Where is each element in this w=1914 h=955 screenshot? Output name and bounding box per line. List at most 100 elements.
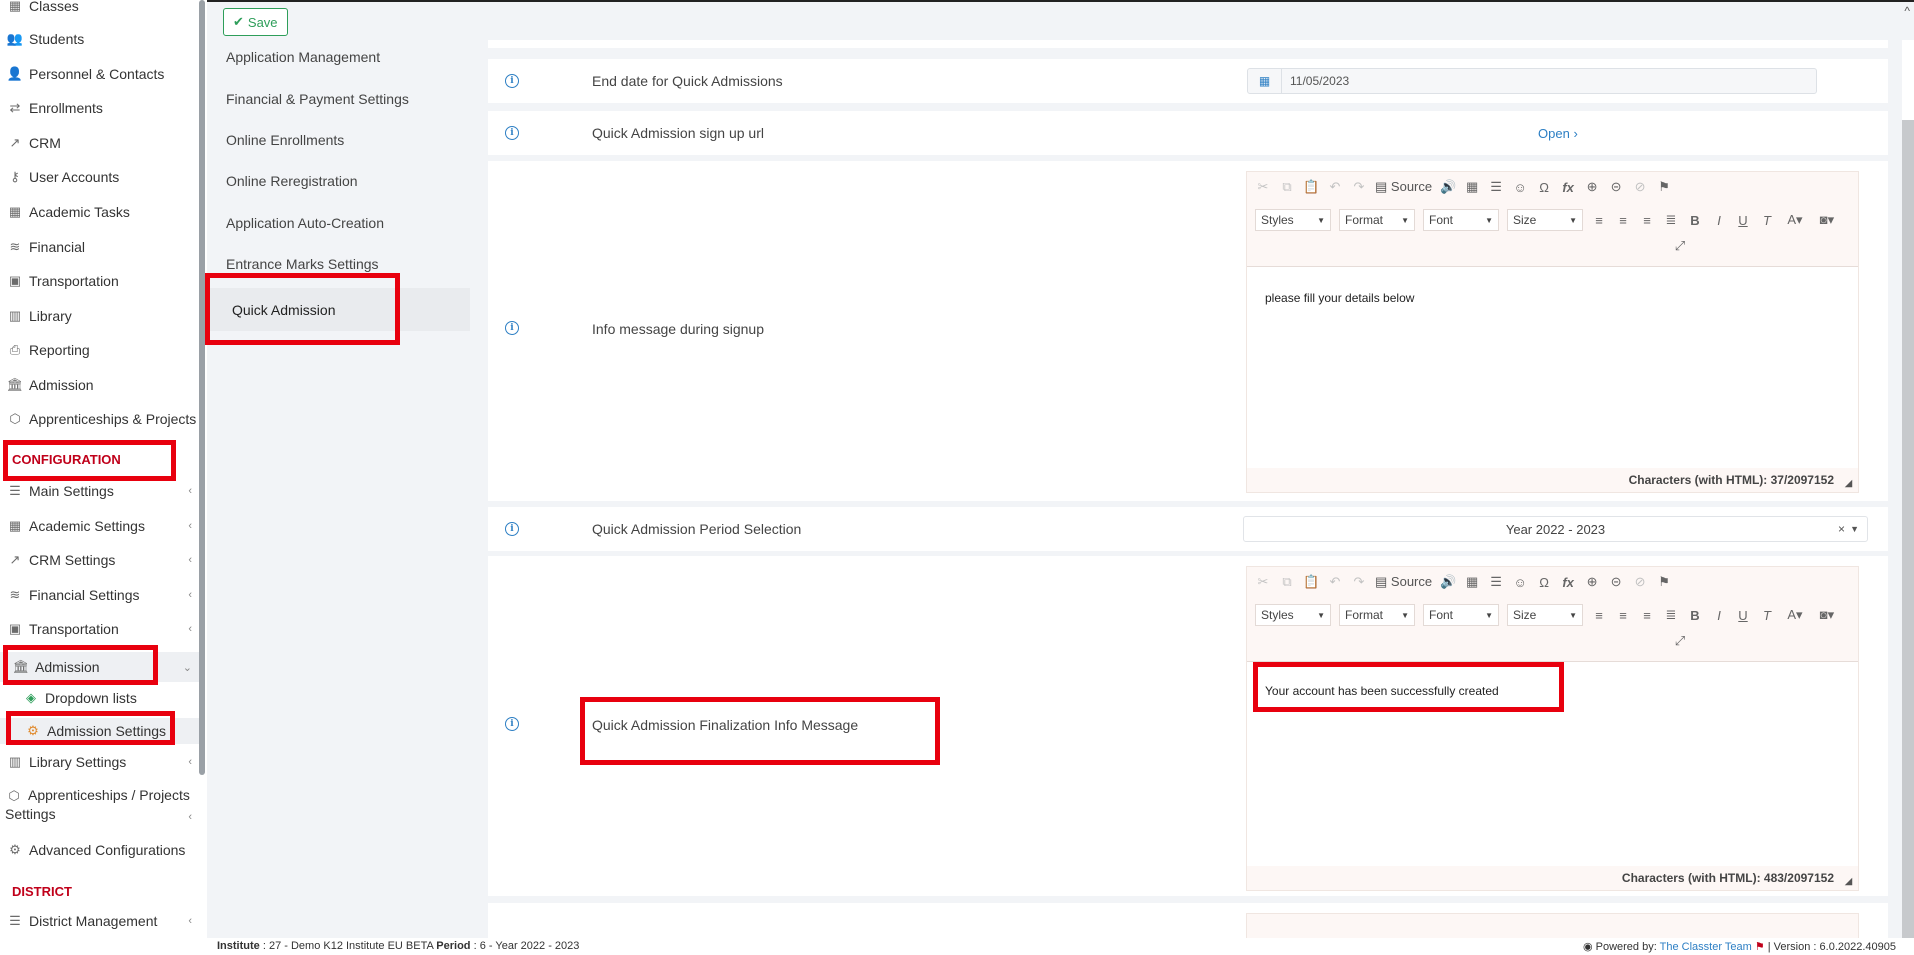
sidebar-item-dropdown-lists[interactable]: ◈ Dropdown lists <box>0 686 200 710</box>
maximize-icon[interactable]: ⤢ <box>1672 238 1688 254</box>
link-icon[interactable]: ⊝ <box>1608 574 1624 590</box>
justify-icon[interactable]: ≣ <box>1663 607 1679 623</box>
chevron-up-icon[interactable]: ^ <box>1904 4 1910 18</box>
size-combo[interactable]: Size ▼ <box>1507 604 1583 626</box>
sidebar-item-crm-settings[interactable]: ↗ CRM Settings ‹ <box>0 548 200 572</box>
sidebar-item-transportation[interactable]: ▣ Transportation <box>0 269 200 293</box>
info-icon[interactable]: i <box>505 321 519 335</box>
formula-icon[interactable]: fx <box>1560 180 1576 195</box>
period-select[interactable]: Year 2022 - 2023 × ▼ <box>1243 516 1868 542</box>
styles-combo[interactable]: Styles ▼ <box>1255 209 1331 231</box>
source-button[interactable]: ▤ Source <box>1375 574 1432 590</box>
sidebar-item-admission[interactable]: 🏛 Admission <box>0 373 200 397</box>
end-date-field[interactable]: ▦ 11/05/2023 <box>1247 68 1817 94</box>
sidebar-scrollbar[interactable] <box>199 0 205 775</box>
save-button[interactable]: ✔ Save <box>223 8 288 36</box>
table-icon[interactable]: ▦ <box>1464 179 1480 195</box>
globe-icon[interactable]: ⊕ <box>1584 574 1600 590</box>
justify-icon[interactable]: ≣ <box>1663 212 1679 228</box>
sidebar-item-admission-config[interactable]: 🏛 Admission ⌄ <box>0 652 200 682</box>
flag-icon[interactable]: ⚑ <box>1656 179 1672 195</box>
finalization-editor[interactable]: ✂ ⧉ 📋 ↶ ↷ ▤ Source 🔊 ▦ ☰ ☺ Ω fx ⊕ ⊝ ⊘ ⚑ <box>1246 566 1859 891</box>
cut-icon[interactable]: ✂ <box>1255 574 1271 590</box>
sidebar-item-students[interactable]: 👥 Students <box>0 27 200 51</box>
sidebar-item-district-management[interactable]: ☰ District Management ‹ <box>0 909 200 933</box>
sidebar-item-crm[interactable]: ↗ CRM <box>0 131 200 155</box>
resize-handle-icon[interactable]: ◢ <box>1845 478 1852 489</box>
sidebar-item-apprenticeships[interactable]: ⬡ Apprenticeships & Projects <box>0 407 200 431</box>
font-combo[interactable]: Font ▼ <box>1423 209 1499 231</box>
link-icon[interactable]: ⊝ <box>1608 179 1624 195</box>
info-icon[interactable]: i <box>505 522 519 536</box>
horizontal-line-icon[interactable]: ☰ <box>1488 574 1504 590</box>
subnav-online-enrollments[interactable]: Online Enrollments <box>207 120 470 160</box>
subnav-application-management[interactable]: Application Management <box>207 37 470 77</box>
sidebar-item-enrollments[interactable]: ⇄ Enrollments <box>0 96 200 120</box>
info-icon[interactable]: i <box>505 126 519 140</box>
finalization-content[interactable]: Your account has been successfully creat… <box>1247 662 1858 722</box>
sidebar-item-reporting[interactable]: ⎙ Reporting <box>0 338 200 362</box>
classter-team-link[interactable]: The Classter Team <box>1660 941 1752 953</box>
omega-icon[interactable]: Ω <box>1536 180 1552 195</box>
info-message-content[interactable]: please fill your details below <box>1247 267 1858 329</box>
flag-icon[interactable]: ⚑ <box>1656 574 1672 590</box>
underline-icon[interactable]: U <box>1735 213 1751 228</box>
caret-down-icon[interactable]: ▼ <box>1850 524 1859 534</box>
size-combo[interactable]: Size ▼ <box>1507 209 1583 231</box>
underline-icon[interactable]: U <box>1735 608 1751 623</box>
paste-icon[interactable]: 📋 <box>1303 574 1319 590</box>
undo-icon[interactable]: ↶ <box>1327 574 1343 590</box>
styles-combo[interactable]: Styles ▼ <box>1255 604 1331 626</box>
paste-icon[interactable]: 📋 <box>1303 179 1319 195</box>
table-icon[interactable]: ▦ <box>1464 574 1480 590</box>
clear-icon[interactable]: × <box>1838 522 1845 536</box>
sidebar-item-academic-tasks[interactable]: ▦ Academic Tasks <box>0 200 200 224</box>
align-left-icon[interactable]: ≡ <box>1591 213 1607 228</box>
source-button[interactable]: ▤ Source <box>1375 179 1432 195</box>
remove-format-icon[interactable]: T <box>1759 213 1775 228</box>
align-center-icon[interactable]: ≡ <box>1615 608 1631 623</box>
redo-icon[interactable]: ↷ <box>1351 179 1367 195</box>
align-center-icon[interactable]: ≡ <box>1615 213 1631 228</box>
copy-icon[interactable]: ⧉ <box>1279 574 1295 590</box>
horizontal-line-icon[interactable]: ☰ <box>1488 179 1504 195</box>
calendar-icon[interactable]: ▦ <box>1248 69 1282 93</box>
copy-icon[interactable]: ⧉ <box>1279 179 1295 195</box>
bg-color-icon[interactable]: ◙▾ <box>1815 607 1839 623</box>
unlink-icon[interactable]: ⊘ <box>1632 574 1648 590</box>
info-message-editor[interactable]: ✂ ⧉ 📋 ↶ ↷ ▤ Source 🔊 ▦ ☰ ☺ Ω fx ⊕ ⊝ ⊘ ⚑ <box>1246 171 1859 493</box>
unlink-icon[interactable]: ⊘ <box>1632 179 1648 195</box>
content-scrollbar[interactable] <box>1902 120 1914 938</box>
bold-icon[interactable]: B <box>1687 608 1703 623</box>
resize-handle-icon[interactable]: ◢ <box>1845 876 1852 887</box>
info-icon[interactable]: i <box>505 717 519 731</box>
subnav-application-auto-creation[interactable]: Application Auto-Creation <box>207 203 470 243</box>
undo-icon[interactable]: ↶ <box>1327 179 1343 195</box>
sidebar-item-main-settings[interactable]: ☰ Main Settings ‹ <box>0 479 200 503</box>
sidebar-item-apprenticeships-settings[interactable]: ⬡ Apprenticeships / Projects Settings ‹ <box>0 786 200 826</box>
align-right-icon[interactable]: ≡ <box>1639 213 1655 228</box>
smiley-icon[interactable]: ☺ <box>1512 575 1528 590</box>
subnav-financial-payment[interactable]: Financial & Payment Settings <box>207 79 470 119</box>
sidebar-item-advanced-configurations[interactable]: ⚙ Advanced Configurations <box>0 838 200 862</box>
italic-icon[interactable]: I <box>1711 608 1727 623</box>
text-color-icon[interactable]: A▾ <box>1783 607 1807 623</box>
format-combo[interactable]: Format ▼ <box>1339 604 1415 626</box>
align-left-icon[interactable]: ≡ <box>1591 608 1607 623</box>
subnav-online-reregistration[interactable]: Online Reregistration <box>207 161 470 201</box>
format-combo[interactable]: Format ▼ <box>1339 209 1415 231</box>
maximize-icon[interactable]: ⤢ <box>1672 633 1688 649</box>
redo-icon[interactable]: ↷ <box>1351 574 1367 590</box>
sidebar-item-academic-settings[interactable]: ▦ Academic Settings ‹ <box>0 514 200 538</box>
formula-icon[interactable]: fx <box>1560 575 1576 590</box>
sidebar-item-library-settings[interactable]: ▥ Library Settings ‹ <box>0 750 200 774</box>
font-combo[interactable]: Font ▼ <box>1423 604 1499 626</box>
text-color-icon[interactable]: A▾ <box>1783 212 1807 228</box>
open-link[interactable]: Open › <box>1538 126 1578 141</box>
subnav-quick-admission[interactable]: Quick Admission <box>207 288 470 331</box>
audio-icon[interactable]: 🔊 <box>1440 574 1456 590</box>
audio-icon[interactable]: 🔊 <box>1440 179 1456 195</box>
globe-icon[interactable]: ⊕ <box>1584 179 1600 195</box>
sidebar-item-financial[interactable]: ≋ Financial <box>0 235 200 259</box>
bg-color-icon[interactable]: ◙▾ <box>1815 212 1839 228</box>
